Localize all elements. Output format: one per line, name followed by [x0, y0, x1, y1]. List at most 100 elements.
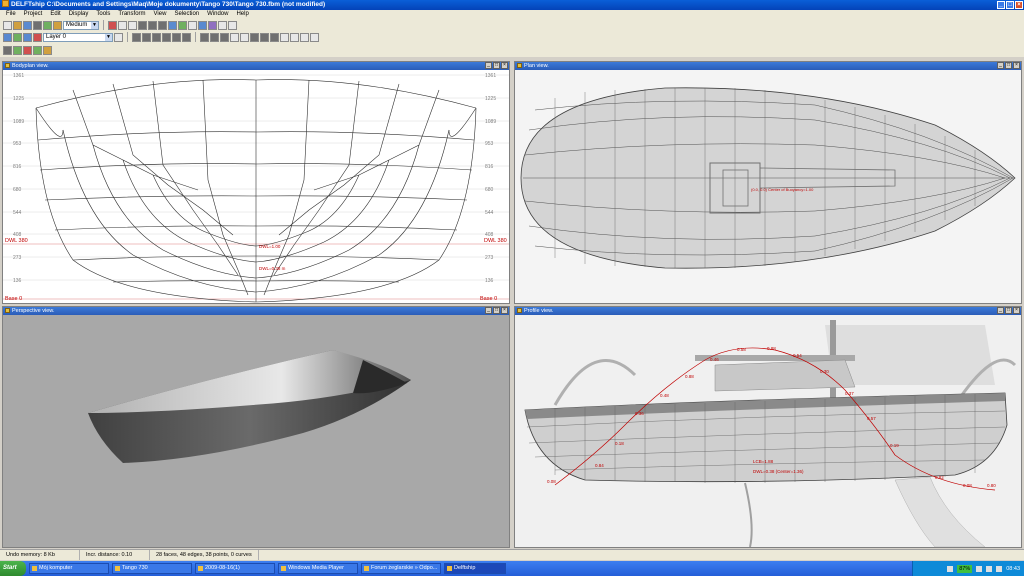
taskbar-item-folder-2[interactable]: 2009-08-16(1)	[195, 563, 275, 574]
start-button[interactable]: Start	[0, 561, 26, 576]
flowlines-icon[interactable]	[208, 20, 217, 30]
info-icon[interactable]	[310, 32, 319, 42]
minimize-button[interactable]: _	[485, 62, 492, 69]
minimize-button[interactable]: _	[485, 307, 492, 314]
clock[interactable]: 08:43	[1006, 566, 1020, 572]
stations-icon[interactable]	[138, 20, 147, 30]
close-button[interactable]: ×	[1013, 62, 1020, 69]
face-icon[interactable]	[182, 32, 191, 42]
interior-edges-icon[interactable]	[128, 20, 137, 30]
close-button[interactable]: ×	[501, 62, 508, 69]
base-label-left: Base 0	[5, 296, 22, 302]
maximize-button[interactable]: □	[1005, 307, 1012, 314]
menu-edit[interactable]: Edit	[46, 10, 64, 19]
shade-icon[interactable]	[43, 20, 52, 30]
perspective-viewport[interactable]: Perspective view. _ □ ×	[2, 306, 510, 548]
menu-view[interactable]: View	[150, 10, 171, 19]
layer-props-icon[interactable]	[3, 45, 12, 55]
diagonals-icon[interactable]	[168, 20, 177, 30]
taskbar-item-my-computer[interactable]: Mój komputer	[29, 563, 109, 574]
curve-label: 0.36	[635, 411, 644, 416]
menu-tools[interactable]: Tools	[92, 10, 114, 19]
curvature-icon[interactable]	[188, 20, 197, 30]
precision-select[interactable]: Medium ▼	[63, 20, 99, 30]
toolbar-layers	[0, 43, 1024, 57]
waterlines-icon[interactable]	[158, 20, 167, 30]
svg-text:680: 680	[485, 187, 494, 193]
menu-project[interactable]: Project	[20, 10, 47, 19]
taskbar-item-folder[interactable]: Tango 730	[112, 563, 192, 574]
layer-new-icon[interactable]	[33, 45, 42, 55]
tools-icon[interactable]	[300, 32, 309, 42]
menu-help[interactable]: Help	[232, 10, 252, 19]
profile-viewport[interactable]: Profile view. _ □ × 0.08 0.84 0.18 0.36 …	[514, 306, 1022, 548]
collapse-icon[interactable]	[152, 32, 161, 42]
profile-canvas[interactable]: 0.08 0.84 0.18 0.36 0.48 0.88 0.46 0.58 …	[515, 315, 1021, 547]
maximize-button[interactable]: □	[1005, 62, 1012, 69]
print-icon[interactable]	[33, 20, 42, 30]
crease-icon[interactable]	[230, 32, 239, 42]
viewport-icon	[5, 308, 10, 313]
layer-icon[interactable]	[53, 20, 62, 30]
grid-icon[interactable]	[108, 20, 117, 30]
maximize-button[interactable]: □	[493, 62, 500, 69]
intersect-icon[interactable]	[290, 32, 299, 42]
taskbar-item-browser[interactable]: Forum żeglarskie » Odpo...	[361, 563, 441, 574]
redo-icon[interactable]	[210, 32, 219, 42]
markers-icon[interactable]	[178, 20, 187, 30]
menu-selection[interactable]: Selection	[170, 10, 203, 19]
plan-viewport[interactable]: Plan view. _ □ × (0.0, 0.0) Center of Bu…	[514, 61, 1022, 304]
lock-icon[interactable]	[260, 32, 269, 42]
edge-icon[interactable]	[240, 32, 249, 42]
bodyplan-viewport[interactable]: Bodyplan view. _ □ × 1361 1225 1089 953 …	[2, 61, 510, 304]
extrude-icon[interactable]	[142, 32, 151, 42]
taskbar-item-delftship[interactable]: Delftship	[444, 563, 506, 574]
select-icon[interactable]	[220, 32, 229, 42]
network-icon[interactable]	[976, 565, 983, 572]
layer-visible-icon[interactable]	[13, 45, 22, 55]
buttocks-icon[interactable]	[148, 20, 157, 30]
menu-file[interactable]: File	[2, 10, 20, 19]
layer-color2-icon[interactable]	[43, 45, 52, 55]
close-button[interactable]: ×	[1015, 1, 1023, 9]
point-icon[interactable]	[250, 32, 259, 42]
zoom-icon[interactable]	[228, 20, 237, 30]
insert-icon[interactable]	[162, 32, 171, 42]
save-icon[interactable]	[23, 20, 32, 30]
bodyplan-canvas[interactable]: 1361 1225 1089 953 816 680 544 408 273 1…	[3, 70, 509, 303]
menu-transform[interactable]: Transform	[114, 10, 149, 19]
open-file-icon[interactable]	[13, 20, 22, 30]
maximize-button[interactable]: □	[493, 307, 500, 314]
highlight-icon[interactable]	[33, 32, 42, 42]
normals-icon[interactable]	[198, 20, 207, 30]
undo-icon[interactable]	[200, 32, 209, 42]
fit-icon[interactable]	[3, 32, 12, 42]
close-button[interactable]: ×	[1013, 307, 1020, 314]
security-icon[interactable]	[996, 565, 1003, 572]
split-icon[interactable]	[172, 32, 181, 42]
language-icon[interactable]	[947, 565, 954, 572]
minimize-button[interactable]: _	[997, 307, 1004, 314]
minimize-button[interactable]: _	[997, 1, 1005, 9]
maximize-button[interactable]: □	[1006, 1, 1014, 9]
curve-icon[interactable]	[280, 32, 289, 42]
plan-canvas[interactable]: (0.0, 0.0) Center of Buoyancy=1.00	[515, 70, 1021, 303]
volume-icon[interactable]	[986, 565, 993, 572]
mirror-icon[interactable]	[13, 32, 22, 42]
control-net-icon[interactable]	[118, 20, 127, 30]
perspective-canvas[interactable]	[3, 315, 509, 547]
unlock-icon[interactable]	[270, 32, 279, 42]
layer-color-icon[interactable]	[114, 32, 123, 42]
add-point-icon[interactable]	[132, 32, 141, 42]
taskbar-item-media-player[interactable]: Windows Media Player	[278, 563, 358, 574]
close-button[interactable]: ×	[501, 307, 508, 314]
battery-indicator[interactable]: 87%	[957, 564, 973, 573]
layer-select[interactable]: Layer 0 ▼	[43, 32, 113, 42]
hydrostatics-icon[interactable]	[218, 20, 227, 30]
menu-window[interactable]: Window	[203, 10, 232, 19]
menu-display[interactable]: Display	[65, 10, 93, 19]
layer-delete-icon[interactable]	[23, 45, 32, 55]
view-icon[interactable]	[23, 32, 32, 42]
new-file-icon[interactable]	[3, 20, 12, 30]
minimize-button[interactable]: _	[997, 62, 1004, 69]
